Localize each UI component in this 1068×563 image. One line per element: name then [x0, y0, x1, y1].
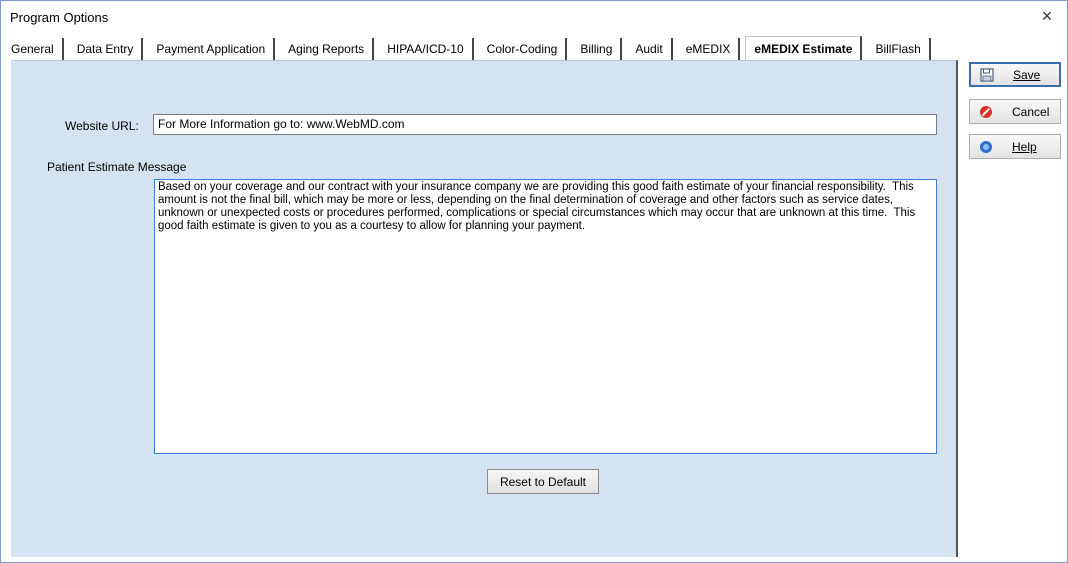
- floppy-disk-icon: [979, 67, 995, 83]
- website-url-input[interactable]: For More Information go to: www.WebMD.co…: [153, 114, 937, 135]
- help-label: Help: [1012, 139, 1037, 154]
- tab-billing[interactable]: Billing: [572, 38, 623, 60]
- close-icon: ×: [1041, 5, 1053, 26]
- help-button[interactable]: Help: [969, 134, 1061, 159]
- close-button[interactable]: ×: [1027, 1, 1067, 31]
- website-url-label: Website URL:: [65, 119, 139, 133]
- cancel-button[interactable]: Cancel: [969, 99, 1061, 124]
- patient-estimate-message-textarea[interactable]: Based on your coverage and our contract …: [154, 179, 937, 454]
- tab-emedix[interactable]: eMEDIX: [677, 38, 741, 60]
- tab-payment-application[interactable]: Payment Application: [148, 38, 276, 60]
- emedix-estimate-panel: Website URL: For More Information go to:…: [11, 60, 958, 557]
- reset-to-default-button[interactable]: Reset to Default: [487, 469, 599, 494]
- patient-estimate-message-label: Patient Estimate Message: [47, 160, 187, 174]
- tab-color-coding[interactable]: Color-Coding: [478, 38, 568, 60]
- cancel-icon: [978, 104, 994, 120]
- tab-billflash[interactable]: BillFlash: [867, 38, 931, 60]
- help-icon: [978, 139, 994, 155]
- program-options-window: Program Options × General Data Entry Pay…: [0, 0, 1068, 563]
- tab-data-entry[interactable]: Data Entry: [68, 38, 144, 60]
- save-label: Save: [1013, 67, 1041, 82]
- tab-strip: General Data Entry Payment Application A…: [11, 36, 931, 60]
- tab-emedix-estimate[interactable]: eMEDIX Estimate: [745, 36, 863, 60]
- tab-aging-reports[interactable]: Aging Reports: [280, 38, 375, 60]
- save-button[interactable]: Save: [969, 62, 1061, 87]
- cancel-label: Cancel: [1012, 104, 1050, 119]
- tab-general[interactable]: General: [11, 38, 64, 60]
- window-title: Program Options: [10, 10, 109, 25]
- reset-to-default-label: Reset to Default: [499, 474, 587, 489]
- tab-hipaa-icd10[interactable]: HIPAA/ICD-10: [379, 38, 474, 60]
- tab-audit[interactable]: Audit: [627, 38, 673, 60]
- title-bar: Program Options ×: [1, 1, 1067, 31]
